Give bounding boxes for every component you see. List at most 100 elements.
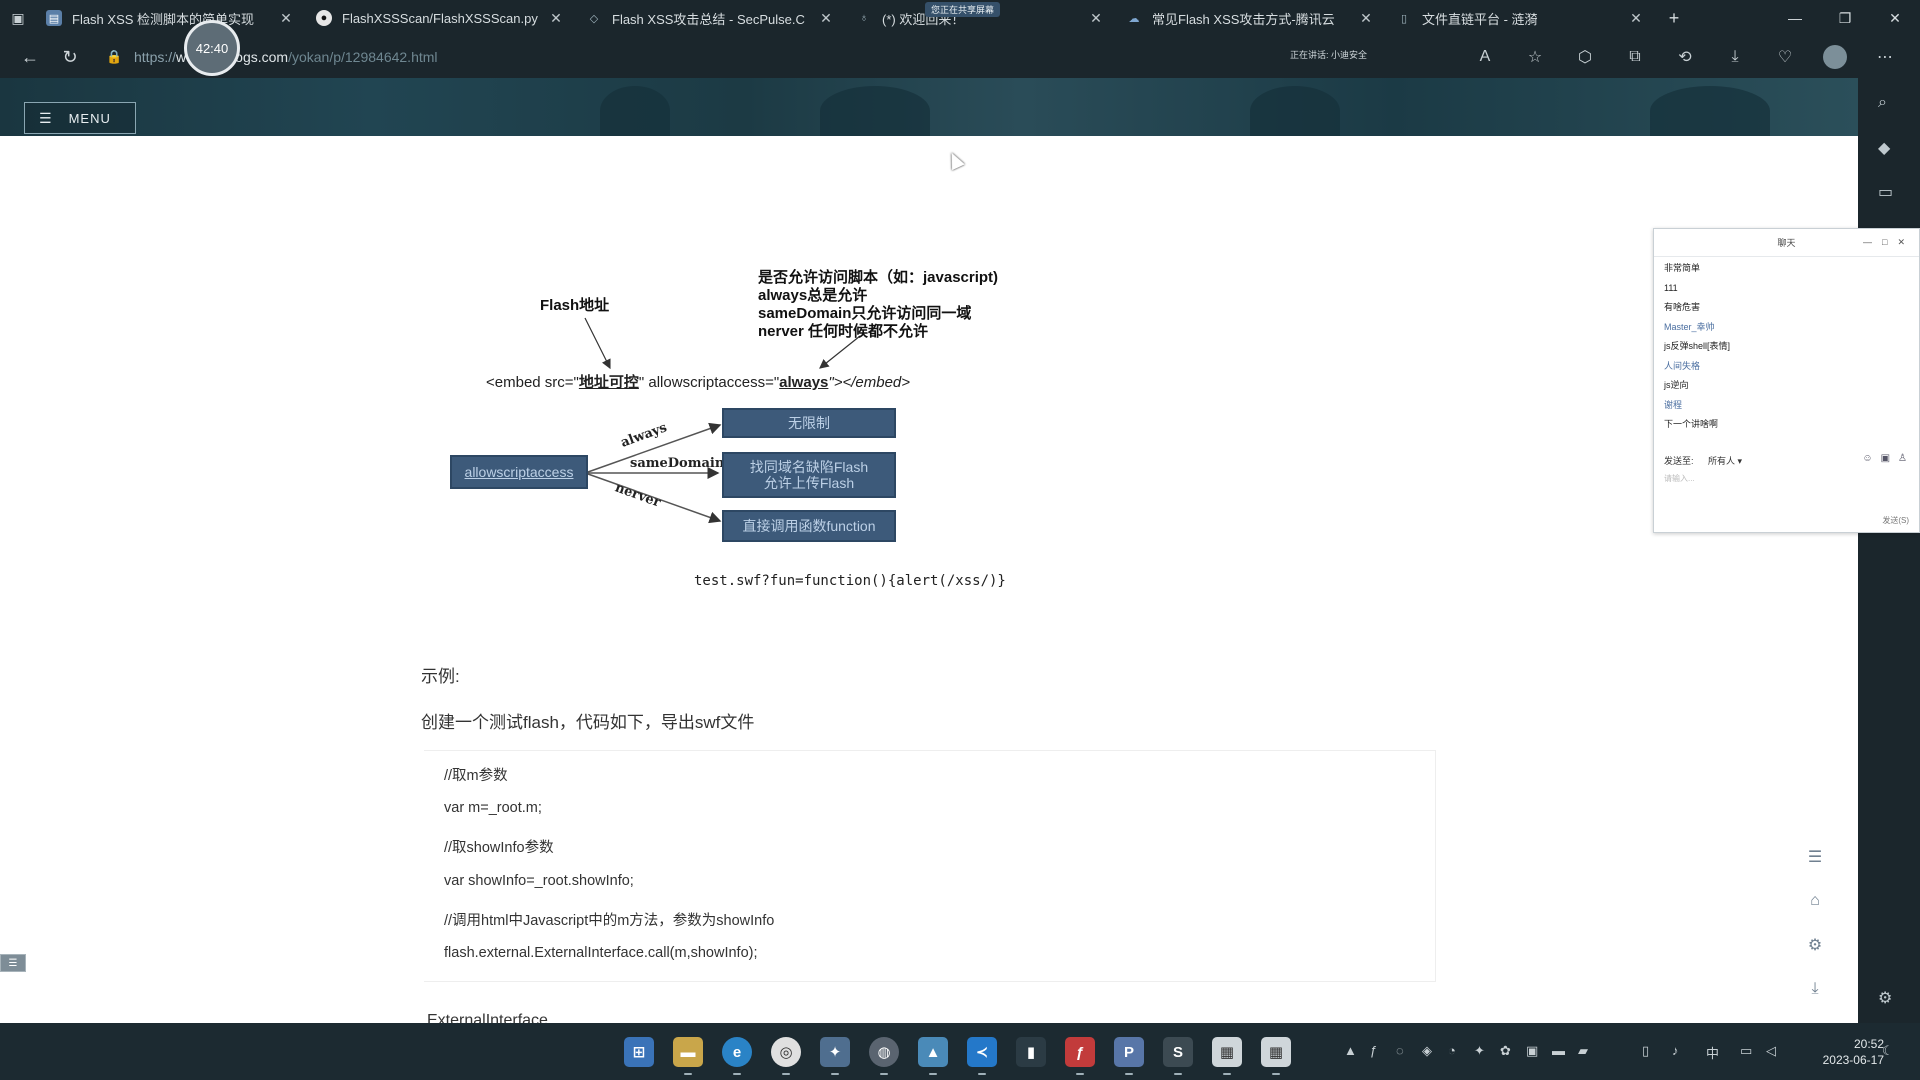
- flash-icon[interactable]: ƒ: [1065, 1037, 1095, 1075]
- browser-globe-icon[interactable]: ◍: [869, 1037, 899, 1075]
- chat-window: 聊天 —□✕ 非常简单 111 有啥危害 Master_幸帅 js反弹shell…: [1653, 228, 1920, 533]
- chat-messages: 非常简单 111 有啥危害 Master_幸帅 js反弹shell[表情] 人间…: [1664, 259, 1730, 435]
- read-aloud-icon[interactable]: A: [1460, 48, 1510, 66]
- settings-icon[interactable]: ⚙: [1800, 930, 1830, 960]
- tray-app-icon[interactable]: ▬: [1552, 1043, 1565, 1058]
- chrome-icon[interactable]: ◎: [771, 1037, 801, 1075]
- edge-icon[interactable]: e: [722, 1037, 752, 1075]
- next-heading: ExternalInterface: [427, 1012, 548, 1023]
- close-icon[interactable]: ✕: [1356, 10, 1376, 27]
- chat-window-controls[interactable]: —□✕: [1863, 237, 1915, 248]
- more-menu-icon[interactable]: ⋯: [1860, 47, 1910, 67]
- profile-avatar[interactable]: [1823, 45, 1847, 69]
- back-icon[interactable]: ←: [10, 39, 50, 75]
- code-line: //调用html中Javascript中的m方法，参数为showInfo: [444, 913, 775, 929]
- tray-app-icon[interactable]: ✿: [1500, 1043, 1511, 1059]
- chat-message: js反弹shell[表情]: [1664, 341, 1731, 351]
- microphone-icon[interactable]: ♪: [1672, 1043, 1679, 1058]
- file-explorer-icon[interactable]: ▬: [673, 1037, 703, 1075]
- publisher-icon[interactable]: P: [1114, 1037, 1144, 1075]
- toc-icon[interactable]: ☰: [1800, 842, 1830, 872]
- new-tab-button[interactable]: +: [1656, 8, 1692, 29]
- code-line: flash.external.ExternalInterface.call(m,…: [444, 945, 758, 961]
- tab-1[interactable]: ▤ Flash XSS 检测脚本的简单实现 ✕: [36, 0, 306, 36]
- photos-icon[interactable]: ▲: [918, 1037, 948, 1075]
- tab-title: FlashXSSScan/FlashXSSScan.py: [342, 10, 538, 26]
- app-a-icon[interactable]: ▦: [1212, 1037, 1242, 1075]
- refresh-icon[interactable]: ↻: [50, 39, 90, 75]
- floating-toolbar-icon[interactable]: ☰: [0, 954, 26, 972]
- close-window-icon[interactable]: ✕: [1870, 10, 1920, 27]
- chat-send-button[interactable]: 发送(S): [1882, 515, 1909, 526]
- embed-post: "></embed>: [828, 374, 911, 391]
- tray-app-icon[interactable]: ▲: [1344, 1043, 1357, 1058]
- code-line: //取showInfo参数: [444, 840, 554, 856]
- test-url: test.swf?fun=function(){alert(/xss/)}: [694, 573, 1006, 589]
- download-arrow-icon[interactable]: ⤓: [1800, 974, 1830, 1004]
- download-icon[interactable]: ⤓: [1710, 48, 1760, 66]
- collections-icon[interactable]: ⧉: [1610, 48, 1660, 66]
- clock-date: 2023-06-17: [1822, 1053, 1884, 1067]
- close-icon[interactable]: ✕: [1086, 10, 1106, 27]
- chat-message: 下一个讲啥啊: [1664, 419, 1719, 429]
- close-icon[interactable]: ✕: [1626, 10, 1646, 27]
- notification-icon[interactable]: ☾: [1882, 1043, 1894, 1059]
- embed-code-line: <embed src="地址可控" allowscriptaccess="alw…: [486, 371, 910, 392]
- lock-icon: 🔒: [106, 49, 123, 64]
- close-icon[interactable]: ✕: [816, 10, 836, 27]
- terminal-icon[interactable]: ▮: [1016, 1037, 1046, 1067]
- maximize-icon[interactable]: ❐: [1820, 10, 1870, 27]
- close-icon[interactable]: ✕: [276, 10, 296, 27]
- allowscriptaccess-box: allowscriptaccess: [450, 455, 588, 489]
- start-icon[interactable]: ⊞: [624, 1037, 654, 1067]
- health-icon[interactable]: ♡: [1760, 47, 1810, 67]
- tray-app-icon[interactable]: ✦: [1474, 1043, 1485, 1059]
- menu-button[interactable]: ☰ MENU: [24, 102, 136, 134]
- shopping-tag-icon[interactable]: ◆: [1878, 138, 1890, 158]
- box-same-line-1: 找同域名缺陷Flash: [749, 459, 869, 475]
- extensions-icon[interactable]: ⬡: [1560, 47, 1610, 67]
- code-line: var m=_root.m;: [444, 800, 542, 816]
- app-b-icon[interactable]: ▦: [1261, 1037, 1291, 1075]
- chat-tool-icons[interactable]: ☺▣♙: [1862, 453, 1915, 464]
- sidebar-settings-icon[interactable]: ⚙: [1878, 988, 1892, 1008]
- network-icon[interactable]: ▭: [1740, 1043, 1752, 1059]
- note-line-4: nerver 任何时候都不允许: [758, 323, 929, 340]
- tray-app-icon[interactable]: ▣: [1526, 1043, 1538, 1059]
- code-line: //取m参数: [444, 768, 508, 784]
- volume-icon[interactable]: ◁: [1766, 1043, 1776, 1059]
- tab-3[interactable]: ◇ Flash XSS攻击总结 - SecPulse.C ✕: [576, 0, 846, 36]
- history-icon[interactable]: ⟲: [1660, 47, 1710, 67]
- code-line: var showInfo=_root.showInfo;: [444, 873, 634, 889]
- url-prefix: https://: [134, 49, 177, 65]
- favorite-star-icon[interactable]: ☆: [1510, 47, 1560, 67]
- embed-src: 地址可控: [578, 374, 639, 391]
- battery-icon[interactable]: ▯: [1642, 1043, 1649, 1059]
- chat-message: 111: [1664, 282, 1678, 293]
- chat-input[interactable]: 请输入...: [1664, 473, 1695, 484]
- tab-actions-icon[interactable]: ▣: [0, 0, 36, 36]
- tray-app-icon[interactable]: ƒ: [1370, 1043, 1377, 1058]
- app-pin-icon[interactable]: ✦: [820, 1037, 850, 1075]
- minimize-icon[interactable]: —: [1770, 10, 1820, 27]
- tray-app-icon[interactable]: ▰: [1578, 1043, 1588, 1059]
- tray-shield-icon[interactable]: ◈: [1422, 1043, 1432, 1059]
- tab-2[interactable]: ● FlashXSSScan/FlashXSSScan.py ✕: [306, 0, 576, 36]
- tray-app-icon[interactable]: ◔: [1448, 1043, 1456, 1058]
- chat-message: 人间失格: [1664, 360, 1701, 371]
- vscode-icon[interactable]: ≺: [967, 1037, 997, 1075]
- close-icon[interactable]: ✕: [546, 10, 566, 27]
- banner-decoration: [1250, 86, 1340, 136]
- sublime-icon[interactable]: S: [1163, 1037, 1193, 1075]
- tab-5[interactable]: ☁ 常见Flash XSS攻击方式-腾讯云 ✕: [1116, 0, 1386, 36]
- system-clock[interactable]: 20:52 2023-06-17: [1823, 1036, 1884, 1068]
- ime-indicator[interactable]: 中: [1706, 1043, 1719, 1062]
- send-to-select[interactable]: 所有人: [1708, 456, 1735, 466]
- address-bar[interactable]: 🔒 https:// www.cnblogs.com /yokan/p/1298…: [106, 42, 1206, 72]
- tools-icon[interactable]: ▭: [1878, 182, 1893, 202]
- home-icon[interactable]: ⌂: [1800, 886, 1830, 916]
- tab-6[interactable]: ▯ 文件直链平台 - 涟漪 ✕: [1386, 0, 1656, 36]
- search-icon[interactable]: ⌕: [1878, 94, 1887, 112]
- tray-app-icon[interactable]: ◌: [1396, 1043, 1404, 1058]
- url-path: /yokan/p/12984642.html: [288, 49, 438, 65]
